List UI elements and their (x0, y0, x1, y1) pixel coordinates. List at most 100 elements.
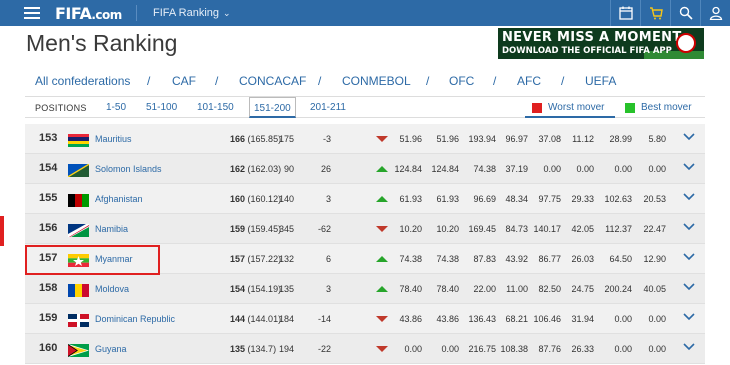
stat-cell-c1: 345 (278, 224, 294, 234)
arrow-up-icon (376, 256, 388, 262)
stat-cell-v1: 51.96 (399, 134, 422, 144)
user-icon[interactable] (700, 0, 730, 26)
conf-link-conmebol[interactable]: CONMEBOL (342, 74, 411, 88)
stat-cell-v2: 0.00 (441, 344, 459, 354)
tab-201-211[interactable]: 201-211 (306, 101, 350, 115)
worst-mover-indicator (0, 216, 4, 246)
best-mover-legend[interactable]: Best mover (625, 102, 692, 113)
flag-icon (68, 164, 89, 177)
team-link[interactable]: Moldova (95, 284, 129, 294)
stat-cell-v5: 0.00 (543, 164, 561, 174)
conf-link-concacaf[interactable]: CONCACAF (239, 74, 306, 88)
expand-chevron-icon[interactable] (683, 283, 695, 291)
flag-icon (68, 344, 89, 357)
worst-mover-label: Worst mover (548, 102, 605, 113)
previous-points: (160.12) (247, 194, 282, 204)
expand-chevron-icon[interactable] (683, 343, 695, 351)
stat-cell-c1: 140 (278, 194, 294, 204)
arrow-up-icon (376, 286, 388, 292)
points-cell: 160 (160.12) (230, 194, 281, 204)
flag-icon (68, 134, 89, 147)
stat-cell-v8: 22.47 (643, 224, 666, 234)
stat-cell-v6: 24.75 (571, 284, 594, 294)
expand-chevron-icon[interactable] (683, 133, 695, 141)
stat-cell-v4: 43.92 (505, 254, 528, 264)
arrow-up-icon (376, 196, 388, 202)
conf-link-all[interactable]: All confederations (35, 74, 130, 88)
points-cell: 157 (157.22) (230, 254, 281, 264)
fifa-logo[interactable]: FIFA.com (55, 4, 122, 23)
stat-cell-v1: 0.00 (404, 344, 422, 354)
app-promo-banner[interactable]: NEVER MISS A MOMENT DOWNLOAD THE OFFICIA… (498, 28, 704, 59)
worst-mover-legend[interactable]: Worst mover (532, 102, 605, 113)
team-link[interactable]: Guyana (95, 344, 127, 354)
stat-cell-v3: 74.38 (473, 164, 496, 174)
team-link[interactable]: Mauritius (95, 134, 132, 144)
ball-icon (676, 33, 696, 53)
stat-cell-v6: 0.00 (576, 164, 594, 174)
stat-cell-v5: 86.77 (538, 254, 561, 264)
tab-51-100[interactable]: 51-100 (142, 101, 181, 115)
expand-chevron-icon[interactable] (683, 193, 695, 201)
team-link[interactable]: Namibia (95, 224, 128, 234)
rank-cell: 154 (39, 162, 58, 174)
stat-cell-v3: 22.00 (473, 284, 496, 294)
conf-link-uefa[interactable]: UEFA (585, 74, 616, 88)
table-row[interactable]: 159 Dominican Republic 144 (144.01) 184 -14 4… (25, 304, 705, 334)
tab-1-50[interactable]: 1-50 (102, 101, 130, 115)
separator: / (561, 74, 565, 88)
team-link[interactable]: Afghanistan (95, 194, 143, 204)
conf-link-ofc[interactable]: OFC (449, 74, 474, 88)
separator: / (426, 74, 430, 88)
stat-cell-v8: 20.53 (643, 194, 666, 204)
table-row[interactable]: 160 Guyana 135 (134.7) 194 -22 0.00 0.00 216.75… (25, 334, 705, 364)
stat-cell-v1: 10.20 (399, 224, 422, 234)
stat-cell-v7: 0.00 (614, 344, 632, 354)
stat-cell-c2: -62 (317, 224, 331, 234)
stat-cell-v7: 102.63 (604, 194, 632, 204)
stat-cell-v5: 106.46 (533, 314, 561, 324)
stat-cell-v7: 0.00 (614, 314, 632, 324)
stat-cell-v5: 37.08 (538, 134, 561, 144)
stat-cell-v6: 11.12 (572, 134, 594, 144)
search-icon[interactable] (670, 0, 700, 26)
expand-chevron-icon[interactable] (683, 223, 695, 231)
expand-chevron-icon[interactable] (683, 313, 695, 321)
previous-points: (162.03) (247, 164, 282, 174)
stat-cell-v8: 12.90 (643, 254, 666, 264)
cart-icon[interactable] (640, 0, 670, 26)
stat-cell-c2: -3 (322, 134, 331, 144)
section-dropdown[interactable]: FIFA Ranking ⌄ (153, 7, 231, 19)
table-row[interactable]: 154 Solomon Islands 162 (162.03) 90 26 124.84… (25, 154, 705, 184)
table-row[interactable]: 156 Namibia 159 (159.45) 345 -62 10.20 10.20 16… (25, 214, 705, 244)
stat-cell-v2: 43.86 (436, 314, 459, 324)
separator: / (493, 74, 497, 88)
stat-cell-v6: 26.03 (571, 254, 594, 264)
calendar-icon[interactable] (610, 0, 640, 26)
expand-chevron-icon[interactable] (683, 253, 695, 261)
previous-points: (134.7) (247, 344, 277, 354)
tab-101-150[interactable]: 101-150 (193, 101, 238, 115)
stat-cell-v2: 74.38 (436, 254, 459, 264)
stat-cell-c1: 90 (283, 164, 294, 174)
conf-link-afc[interactable]: AFC (517, 74, 541, 88)
team-link[interactable]: Dominican Republic (95, 314, 175, 324)
points-value: 162 (230, 164, 246, 174)
points-value: 144 (230, 314, 246, 324)
page-title: Men's Ranking (26, 30, 178, 56)
stat-cell-c2: 26 (320, 164, 331, 174)
points-value: 159 (230, 224, 246, 234)
table-row[interactable]: 158 Moldova 154 (154.19) 135 3 78.40 78.40 22.0… (25, 274, 705, 304)
expand-chevron-icon[interactable] (683, 163, 695, 171)
conf-link-caf[interactable]: CAF (172, 74, 196, 88)
flag-icon (68, 314, 89, 327)
table-row[interactable]: 155 Afghanistan 160 (160.12) 140 3 61.93 61.93… (25, 184, 705, 214)
team-link[interactable]: Solomon Islands (95, 164, 162, 174)
hamburger-menu-icon[interactable] (24, 7, 40, 19)
stat-cell-v2: 124.84 (431, 164, 459, 174)
tab-151-200[interactable]: 151-200 (249, 97, 296, 118)
stat-cell-c2: -22 (317, 344, 331, 354)
stat-cell-v3: 96.69 (473, 194, 496, 204)
stat-cell-v7: 0.00 (614, 164, 632, 174)
table-row[interactable]: 153 Mauritius 166 (165.85) 175 -3 51.96 51.96 1… (25, 124, 705, 154)
